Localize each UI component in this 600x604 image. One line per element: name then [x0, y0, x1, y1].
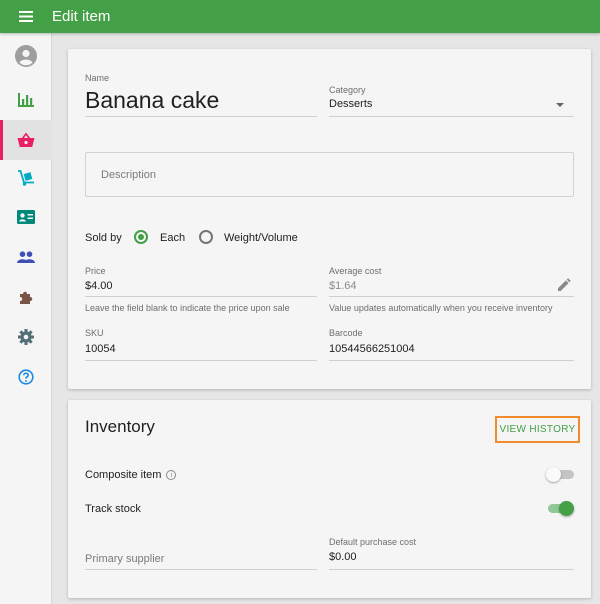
help-icon [18, 369, 34, 385]
sku-label: SKU [85, 328, 104, 338]
barcode-underline [329, 360, 574, 361]
sold-by-each-radio[interactable] [134, 230, 148, 244]
description-placeholder: Description [101, 169, 157, 181]
pencil-icon[interactable] [558, 278, 571, 291]
sidebar-item-employees[interactable] [0, 197, 52, 237]
sold-by-weight-label: Weight/Volume [224, 232, 298, 244]
category-select[interactable]: Desserts [329, 97, 574, 113]
inventory-card: Inventory VIEW HISTORY Composite item i T… [68, 400, 591, 598]
switch-thumb [559, 501, 574, 516]
view-history-button[interactable]: VIEW HISTORY [495, 416, 580, 443]
purchase-cost-input[interactable]: $0.00 [329, 551, 357, 563]
info-icon[interactable]: i [166, 470, 177, 481]
gear-icon [18, 329, 34, 345]
price-input[interactable]: $4.00 [85, 280, 113, 292]
category-value: Desserts [329, 98, 373, 110]
track-stock-switch[interactable] [548, 501, 574, 516]
category-label: Category [329, 85, 366, 95]
sku-input[interactable]: 10054 [85, 343, 116, 355]
price-underline [85, 296, 317, 297]
average-cost-label: Average cost [329, 266, 382, 276]
puzzle-icon [20, 291, 33, 304]
basket-icon [17, 132, 35, 147]
sidebar-item-reports[interactable] [0, 80, 52, 120]
switch-thumb [546, 467, 561, 482]
employee-badge-icon [17, 210, 35, 224]
sidebar-item-inventory[interactable] [0, 158, 52, 198]
reports-icon [18, 93, 34, 107]
name-underline [85, 116, 317, 117]
barcode-label: Barcode [329, 328, 363, 338]
sold-by-each-label: Each [160, 232, 186, 244]
average-cost-hint: Value updates automatically when you rec… [329, 303, 553, 313]
dolly-icon [18, 170, 34, 186]
description-textarea[interactable]: Description [85, 152, 574, 197]
price-label: Price [85, 266, 106, 276]
sidebar-item-items[interactable] [0, 120, 52, 160]
price-hint: Leave the field blank to indicate the pr… [85, 303, 290, 313]
sidebar-item-settings[interactable] [0, 317, 52, 357]
account-icon [15, 45, 37, 67]
composite-item-switch[interactable] [546, 467, 574, 482]
sold-by-label: Sold by [85, 232, 122, 244]
sidebar [0, 33, 52, 604]
menu-icon [19, 11, 33, 22]
app-bar: Edit item [0, 0, 600, 33]
average-cost-underline [329, 296, 574, 297]
sidebar-item-account[interactable] [0, 36, 52, 76]
sidebar-item-customers[interactable] [0, 237, 52, 277]
menu-button[interactable] [0, 0, 52, 33]
page-title: Edit item [52, 8, 111, 25]
dropdown-arrow-icon [556, 103, 564, 107]
people-icon [17, 251, 35, 263]
sidebar-item-help[interactable] [0, 357, 52, 397]
sku-underline [85, 360, 317, 361]
sold-by-weight-radio[interactable] [199, 230, 213, 244]
name-input[interactable]: Banana cake [85, 87, 219, 114]
track-stock-label: Track stock [85, 503, 141, 515]
average-cost-value: $1.64 [329, 280, 357, 292]
barcode-input[interactable]: 10544566251004 [329, 343, 415, 355]
primary-supplier-input[interactable]: Primary supplier [85, 553, 164, 565]
purchase-cost-label: Default purchase cost [329, 537, 417, 547]
item-details-card: Name Banana cake Category Desserts Descr… [68, 49, 591, 389]
supplier-underline [85, 569, 317, 570]
sidebar-item-integrations[interactable] [0, 277, 52, 317]
category-underline [329, 116, 574, 117]
inventory-title: Inventory [85, 417, 155, 436]
name-label: Name [85, 73, 110, 83]
composite-item-label: Composite item i [85, 469, 177, 481]
composite-item-text: Composite item [85, 469, 162, 481]
purchase-cost-underline [329, 569, 574, 570]
